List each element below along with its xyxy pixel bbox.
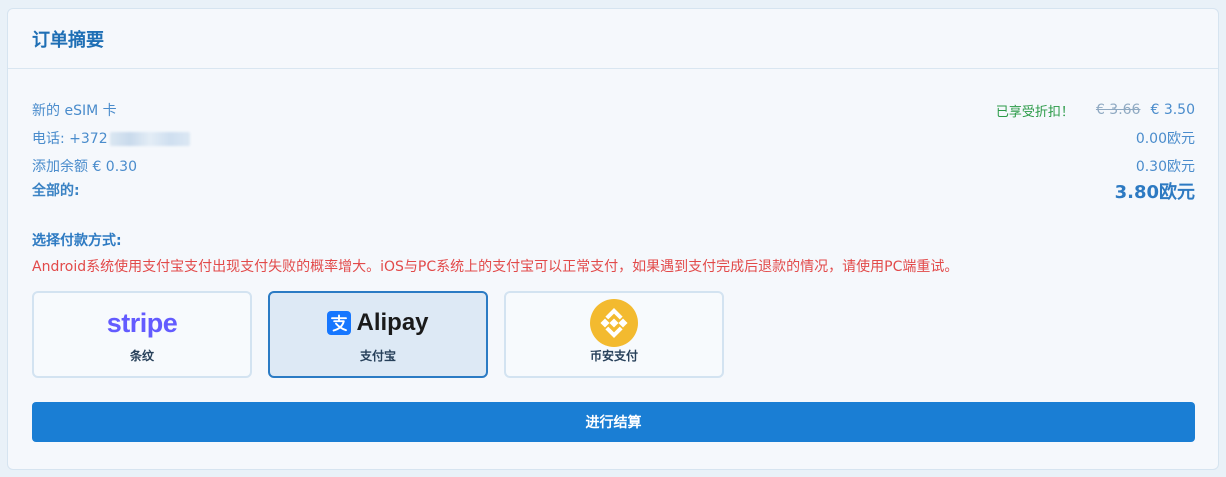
line-item-topup: 添加余额 € 0.30 0.30欧元 <box>32 152 1195 180</box>
line-item-label: 新的 eSIM 卡 <box>32 103 117 119</box>
line-item-label: 电话: +372 <box>32 131 108 147</box>
payment-section: 选择付款方式: Android系统使用支付宝支付出现支付失败的概率增大。iOS与… <box>8 202 1218 378</box>
binance-logo <box>590 299 638 347</box>
payment-method-stripe[interactable]: stripe 条纹 <box>32 291 252 378</box>
redacted-phone-number <box>109 132 190 146</box>
alipay-logo: Alipay <box>327 305 429 341</box>
payment-method-alipay[interactable]: Alipay 支付宝 <box>268 291 488 378</box>
binance-icon <box>590 299 638 347</box>
alipay-wordmark: Alipay <box>356 309 429 336</box>
line-item-phone: 电话: +372 0.00欧元 <box>32 124 1195 152</box>
payment-method-name: 支付宝 <box>359 349 396 363</box>
discount-badge: 已享受折扣！ <box>995 104 1074 120</box>
payment-method-name: 条纹 <box>129 349 154 363</box>
line-item-price: € 3.50 <box>1150 102 1195 118</box>
alipay-icon <box>327 311 352 335</box>
payment-method-label: 选择付款方式: <box>32 233 122 249</box>
order-summary: 新的 eSIM 卡 已享受折扣！ € 3.66 € 3.50 电话: +372 … <box>8 69 1218 203</box>
line-item-price: 0.30欧元 <box>1135 159 1195 175</box>
line-item-label-group: 电话: +372 <box>32 128 190 148</box>
total-value: 3.80欧元 <box>1114 182 1195 203</box>
payment-method-list: stripe 条纹 Alipay 支付宝 币安支付 <box>32 291 1194 378</box>
total-label: 全部的: <box>32 183 80 199</box>
line-item-price-group: 已享受折扣！ € 3.66 € 3.50 <box>996 101 1195 120</box>
original-price: € 3.66 <box>1095 102 1141 118</box>
stripe-wordmark: stripe <box>106 307 178 338</box>
total-row: 全部的: 3.80欧元 <box>32 180 1195 203</box>
order-summary-card: 订单摘要 新的 eSIM 卡 已享受折扣！ € 3.66 € 3.50 电话: … <box>7 8 1219 470</box>
payment-method-name: 币安支付 <box>589 349 638 363</box>
checkout-button[interactable]: 进行结算 <box>32 402 1195 442</box>
payment-method-binance[interactable]: 币安支付 <box>504 291 724 378</box>
page-title: 订单摘要 <box>32 29 104 51</box>
card-header: 订单摘要 <box>8 9 1218 69</box>
payment-warning: Android系统使用支付宝支付出现支付失败的概率增大。iOS与PC系统上的支付… <box>32 259 959 275</box>
line-item-esim: 新的 eSIM 卡 已享受折扣！ € 3.66 € 3.50 <box>32 96 1195 124</box>
line-item-label: 添加余额 € 0.30 <box>32 159 137 175</box>
stripe-logo-icon: stripe <box>107 305 178 341</box>
line-item-price: 0.00欧元 <box>1135 131 1195 147</box>
